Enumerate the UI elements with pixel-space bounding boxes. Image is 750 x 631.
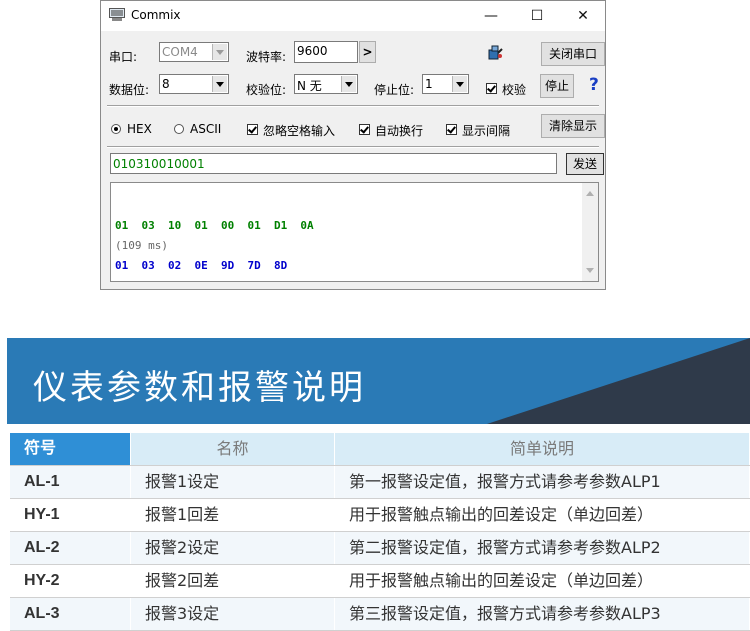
vertical-scrollbar[interactable] bbox=[582, 183, 598, 281]
recv-line: 01 03 10 01 00 01 D1 0A bbox=[115, 219, 314, 232]
table-row: AL-2 报警2设定 第二报警设定值，报警方式请参考参数ALP2 bbox=[10, 532, 750, 565]
cell-symbol: AL-2 bbox=[10, 532, 131, 564]
hex-radio[interactable] bbox=[111, 124, 121, 134]
cell-name: 报警2设定 bbox=[131, 532, 335, 564]
scroll-down-icon[interactable] bbox=[586, 268, 594, 273]
cell-symbol: AL-1 bbox=[10, 466, 131, 498]
port-label: 串口: bbox=[109, 50, 138, 64]
cell-name: 报警2回差 bbox=[131, 565, 335, 597]
close-button[interactable]: ✕ bbox=[560, 1, 606, 31]
minimize-button[interactable]: — bbox=[468, 1, 514, 31]
commix-window: Commix — ☐ ✕ 串口: COM4 波特率: 9600 > 关闭串口 数… bbox=[100, 0, 606, 290]
header-description: 简单说明 bbox=[335, 433, 750, 465]
header-symbol: 符号 bbox=[10, 433, 131, 465]
table-row: AL-3 报警3设定 第三报警设定值，报警方式请参考参数ALP3 bbox=[10, 598, 750, 631]
ignore-space-label: 忽略空格输入 bbox=[263, 124, 336, 138]
chevron-down-icon bbox=[212, 76, 227, 92]
divider bbox=[107, 105, 599, 107]
baud-input[interactable]: 9600 bbox=[294, 41, 358, 63]
serial-port-icon bbox=[109, 8, 125, 21]
databits-label: 数据位: bbox=[109, 83, 150, 97]
show-interval-label: 显示间隔 bbox=[462, 124, 511, 138]
ascii-label: ASCII bbox=[190, 122, 222, 136]
receive-area[interactable]: 01 03 10 01 00 01 D1 0A (109 ms) 01 03 0… bbox=[110, 182, 599, 282]
help-icon[interactable]: ? bbox=[589, 75, 599, 95]
chevron-down-icon bbox=[452, 76, 467, 92]
banner-title: 仪表参数和报警说明 bbox=[33, 368, 366, 408]
baud-label: 波特率: bbox=[246, 50, 287, 64]
maximize-button[interactable]: ☐ bbox=[514, 1, 560, 31]
cell-description: 第一报警设定值，报警方式请参考参数ALP1 bbox=[335, 466, 750, 498]
table-header: 符号 名称 简单说明 bbox=[10, 433, 750, 466]
stopbits-label: 停止位: bbox=[374, 83, 415, 97]
cell-symbol: HY-1 bbox=[10, 499, 131, 531]
cell-description: 用于报警触点输出的回差设定（单边回差） bbox=[335, 565, 750, 597]
cell-name: 报警3设定 bbox=[131, 598, 335, 630]
baud-value: 9600 bbox=[297, 44, 328, 58]
databits-value: 8 bbox=[162, 77, 170, 91]
section-banner: 仪表参数和报警说明 bbox=[7, 338, 750, 424]
clear-display-button[interactable]: 清除显示 bbox=[541, 114, 605, 138]
chevron-down-icon bbox=[212, 44, 227, 60]
header-name: 名称 bbox=[131, 433, 335, 465]
connect-icon[interactable] bbox=[486, 44, 504, 62]
table-row: AL-1 报警1设定 第一报警设定值，报警方式请参考参数ALP1 bbox=[10, 466, 750, 499]
port-value: COM4 bbox=[162, 45, 198, 59]
cell-description: 用于报警触点输出的回差设定（单边回差） bbox=[335, 499, 750, 531]
auto-newline-checkbox[interactable] bbox=[359, 124, 370, 135]
divider bbox=[107, 146, 599, 148]
title-bar: Commix — ☐ ✕ bbox=[101, 1, 605, 31]
cell-symbol: HY-2 bbox=[10, 565, 131, 597]
send-input[interactable]: 010310010001 bbox=[110, 153, 557, 174]
close-port-button[interactable]: 关闭串口 bbox=[541, 42, 605, 66]
chevron-down-icon bbox=[341, 76, 356, 92]
recv-line: (109 ms) bbox=[115, 239, 168, 252]
window-title: Commix bbox=[131, 8, 181, 22]
show-interval-checkbox[interactable] bbox=[446, 124, 457, 135]
checksum-label: 校验 bbox=[502, 83, 527, 97]
parity-value: N 无 bbox=[297, 79, 322, 93]
checksum-checkbox[interactable] bbox=[486, 83, 497, 94]
send-value: 010310010001 bbox=[113, 157, 205, 171]
recv-line: 01 03 02 0E 9D 7D 8D bbox=[115, 259, 288, 272]
databits-select[interactable]: 8 bbox=[159, 74, 229, 94]
cell-name: 报警1设定 bbox=[131, 466, 335, 498]
cell-name: 报警1回差 bbox=[131, 499, 335, 531]
parity-label: 校验位: bbox=[246, 83, 287, 97]
baud-more-button[interactable]: > bbox=[359, 41, 376, 63]
cell-symbol: AL-3 bbox=[10, 598, 131, 630]
ascii-radio[interactable] bbox=[174, 124, 184, 134]
parity-select[interactable]: N 无 bbox=[294, 74, 358, 94]
auto-newline-label: 自动换行 bbox=[375, 124, 424, 138]
stop-button[interactable]: 停止 bbox=[540, 74, 574, 98]
stopbits-value: 1 bbox=[425, 77, 433, 91]
table-row: HY-2 报警2回差 用于报警触点输出的回差设定（单边回差） bbox=[10, 565, 750, 598]
table-row: HY-1 报警1回差 用于报警触点输出的回差设定（单边回差） bbox=[10, 499, 750, 532]
stopbits-select[interactable]: 1 bbox=[422, 74, 469, 94]
send-button[interactable]: 发送 bbox=[566, 153, 604, 175]
ignore-space-checkbox[interactable] bbox=[247, 124, 258, 135]
cell-description: 第二报警设定值，报警方式请参考参数ALP2 bbox=[335, 532, 750, 564]
scroll-up-icon[interactable] bbox=[586, 191, 594, 196]
cell-description: 第三报警设定值，报警方式请参考参数ALP3 bbox=[335, 598, 750, 630]
port-select[interactable]: COM4 bbox=[159, 42, 229, 62]
hex-label: HEX bbox=[127, 122, 152, 136]
